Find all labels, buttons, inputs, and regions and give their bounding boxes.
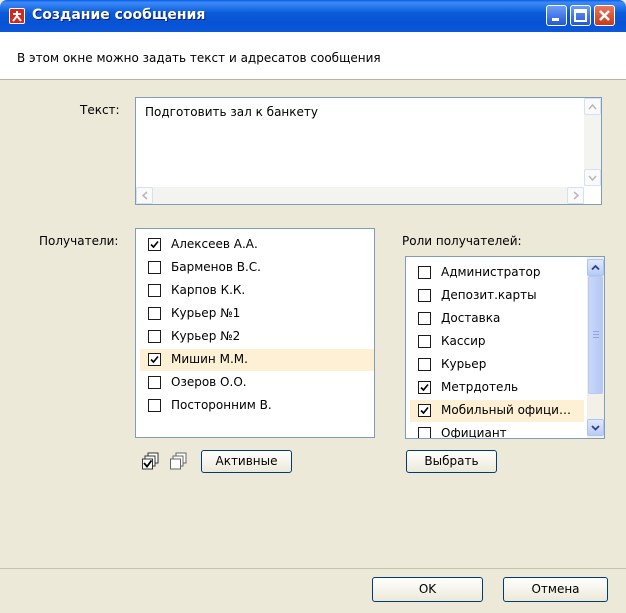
window-title: Создание сообщения (32, 7, 206, 23)
role-name: Курьер (441, 357, 487, 371)
recipient-name: Карпов К.К. (171, 283, 246, 297)
role-name: Администратор (441, 265, 541, 279)
role-item[interactable]: Курьер (410, 354, 584, 376)
title-bar[interactable]: Создание сообщения (0, 0, 626, 32)
select-roles-button[interactable]: Выбрать (406, 450, 497, 473)
recipient-name: Курьер №1 (171, 306, 241, 320)
recipient-item[interactable]: Алексеев А.А. (140, 234, 370, 256)
scroll-up-button[interactable] (584, 98, 601, 115)
message-textarea[interactable]: Подготовить зал к банкету (135, 97, 602, 205)
role-name: Мобильный офици… (441, 403, 571, 417)
roles-scroll-up-button[interactable] (587, 259, 604, 276)
recipient-item[interactable]: Курьер №2 (140, 326, 370, 348)
role-item[interactable]: Администратор (410, 262, 584, 284)
role-checkbox[interactable] (418, 404, 431, 417)
recipients-list[interactable]: Алексеев А.А. Барменов В.С. Карпов К.К. … (135, 228, 375, 438)
recipient-checkbox[interactable] (148, 376, 161, 389)
role-name: Кассир (441, 334, 486, 348)
role-checkbox[interactable] (418, 427, 431, 438)
role-item[interactable]: Депозит.карты (410, 285, 584, 307)
footer-divider (0, 568, 626, 569)
role-item[interactable]: Метрдотель (410, 377, 584, 399)
recipient-checkbox[interactable] (148, 399, 161, 412)
roles-list[interactable]: Администратор Депозит.карты Доставка Кас… (405, 256, 605, 439)
recipient-checkbox[interactable] (148, 353, 161, 366)
minimize-button[interactable] (546, 5, 567, 26)
recipient-item[interactable]: Озеров О.О. (140, 372, 370, 394)
text-label: Текст: (80, 103, 120, 117)
role-item-selected[interactable]: Мобильный офици… (410, 400, 584, 422)
role-item[interactable]: Доставка (410, 308, 584, 330)
recipient-checkbox[interactable] (148, 261, 161, 274)
cancel-button[interactable]: Отмена (503, 577, 608, 602)
intro-text: В этом окне можно задать текст и адресат… (17, 51, 381, 65)
recipient-checkbox[interactable] (148, 284, 161, 297)
roles-label: Роли получателей: (402, 234, 522, 248)
roles-scroll-down-button[interactable] (587, 419, 604, 436)
app-icon (9, 8, 25, 24)
intro-panel: В этом окне можно задать текст и адресат… (0, 32, 626, 80)
recipient-item[interactable]: Карпов К.К. (140, 280, 370, 302)
recipient-item-selected[interactable]: Мишин М.М. (140, 349, 374, 371)
role-item[interactable]: Официант (410, 423, 584, 439)
recipient-checkbox[interactable] (148, 238, 161, 251)
role-name: Доставка (441, 311, 501, 325)
text-horizontal-scrollbar[interactable] (136, 187, 584, 204)
recipient-checkbox[interactable] (148, 307, 161, 320)
message-text: Подготовить зал к банкету (145, 105, 318, 119)
role-checkbox[interactable] (418, 381, 431, 394)
recipient-item[interactable]: Курьер №1 (140, 303, 370, 325)
ok-button[interactable]: OK (372, 577, 483, 602)
recipient-name: Барменов В.С. (171, 260, 261, 274)
text-vertical-scrollbar[interactable] (584, 98, 601, 186)
scroll-left-button[interactable] (136, 187, 153, 204)
role-name: Депозит.карты (441, 288, 537, 302)
role-checkbox[interactable] (418, 358, 431, 371)
scroll-down-button[interactable] (584, 169, 601, 186)
recipient-checkbox[interactable] (148, 330, 161, 343)
recipient-item[interactable]: Барменов В.С. (140, 257, 370, 279)
recipients-label: Получатели: (39, 234, 119, 248)
uncheck-all-icon[interactable] (170, 452, 188, 470)
active-recipients-button[interactable]: Активные (201, 450, 292, 473)
role-name: Метрдотель (441, 380, 519, 394)
role-checkbox[interactable] (418, 312, 431, 325)
role-item[interactable]: Кассир (410, 331, 584, 353)
recipient-name: Курьер №2 (171, 329, 241, 343)
role-checkbox[interactable] (418, 266, 431, 279)
recipient-name: Озеров О.О. (171, 375, 247, 389)
recipient-item[interactable]: Посторонним В. (140, 395, 370, 417)
scroll-right-button[interactable] (567, 187, 584, 204)
role-name: Официант (441, 426, 507, 439)
roles-scroll-thumb[interactable] (588, 276, 603, 394)
close-button[interactable] (594, 5, 615, 26)
recipient-name: Посторонним В. (171, 398, 272, 412)
role-checkbox[interactable] (418, 289, 431, 302)
check-all-icon[interactable] (142, 452, 160, 470)
message-dialog: Создание сообщения В этом окне можно зад… (0, 0, 626, 613)
roles-scrollbar[interactable] (587, 257, 604, 438)
maximize-button[interactable] (570, 5, 591, 26)
recipient-name: Алексеев А.А. (171, 237, 258, 251)
role-checkbox[interactable] (418, 335, 431, 348)
recipient-name: Мишин М.М. (171, 352, 248, 366)
